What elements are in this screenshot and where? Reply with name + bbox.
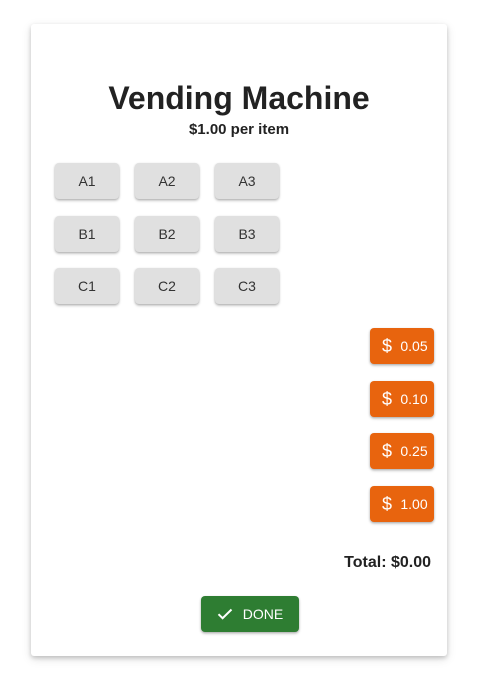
dollar-icon: $ [381,494,392,514]
check-icon [217,608,243,620]
done-label: DONE [242,606,284,622]
total-amount: Total: $0.00 [344,554,431,571]
vending-machine-card: Vending Machine $1.00 per item A1 A2 A3 … [31,24,447,656]
slot-a2-button[interactable]: A2 [135,163,199,199]
coin-0-25-button[interactable]: $ 0.25 [370,433,434,469]
coin-1-00-button[interactable]: $ 1.00 [370,486,434,522]
coin-amount: 0.10 [400,391,428,407]
slot-b3-button[interactable]: B3 [215,216,279,252]
coin-amount: 1.00 [400,496,428,512]
coin-amount: 0.25 [400,443,428,459]
coin-0-05-button[interactable]: $ 0.05 [370,328,434,364]
slot-b2-button[interactable]: B2 [135,216,199,252]
dollar-icon: $ [381,336,392,356]
done-button[interactable]: DONE [201,596,299,632]
slot-c1-button[interactable]: C1 [55,268,119,304]
dollar-icon: $ [381,441,392,461]
slot-a3-button[interactable]: A3 [215,163,279,199]
dollar-icon: $ [381,389,392,409]
coin-amount: 0.05 [400,338,428,354]
page-title: Vending Machine [108,80,370,116]
price-per-item: $1.00 per item [188,121,290,138]
slot-c3-button[interactable]: C3 [215,268,279,304]
slot-b1-button[interactable]: B1 [55,216,119,252]
coin-0-10-button[interactable]: $ 0.10 [370,381,434,417]
slot-a1-button[interactable]: A1 [55,163,119,199]
slot-c2-button[interactable]: C2 [135,268,199,304]
